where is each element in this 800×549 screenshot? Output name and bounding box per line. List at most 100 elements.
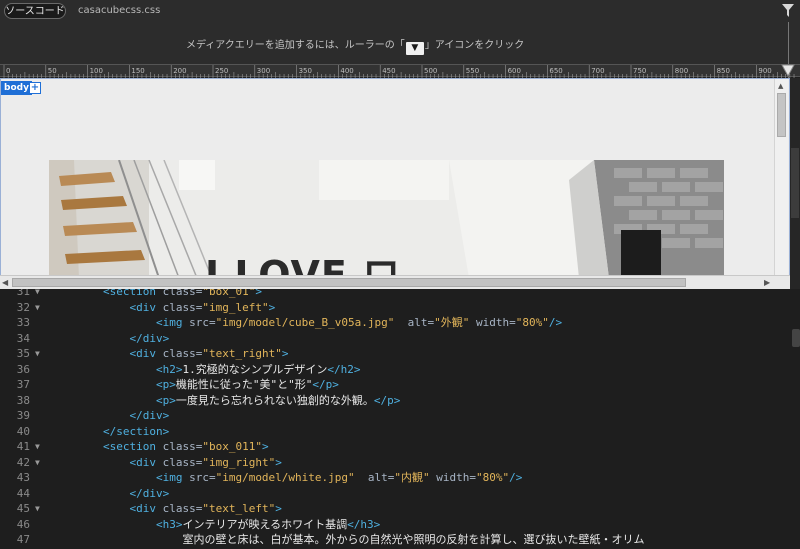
media-query-bar: メディアクエリーを追加するには、ルーラーの「 ▼ 」アイコンをクリック [0, 22, 800, 86]
code-line[interactable]: 35 ▼ <div class="text_right"> [0, 345, 790, 362]
code-token: <div [50, 502, 163, 515]
fold-arrow-icon[interactable]: ▼ [35, 438, 40, 455]
ruler-label: 850 [717, 67, 730, 75]
code-token: "80%" [515, 316, 549, 329]
ruler-label: 50 [48, 67, 57, 75]
code-text: <div class="text_left"> [50, 500, 282, 517]
fold-arrow-icon[interactable]: ▼ [35, 299, 40, 316]
scroll-thumb[interactable] [12, 278, 686, 287]
fold-arrow-icon[interactable]: ▼ [35, 454, 40, 471]
code-token: 機能性に従った"美"と"形" [175, 378, 313, 391]
ruler-label: 250 [215, 67, 228, 75]
code-line[interactable]: 41 ▼ <section class="box_011"> [0, 438, 790, 455]
code-token: <h2> [50, 362, 183, 376]
code-token: /> [548, 316, 563, 329]
scroll-thumb[interactable] [777, 93, 786, 137]
ruler-label: 600 [508, 67, 521, 75]
panel-scrollbar[interactable] [790, 78, 800, 289]
code-line[interactable]: 40 </section> [0, 423, 790, 440]
element-tag-body[interactable]: body [1, 81, 32, 95]
code-token: <p> [50, 393, 176, 407]
code-token: alt= [367, 471, 395, 484]
code-token: class= [162, 455, 203, 469]
ruler-label: 500 [424, 67, 437, 75]
code-line[interactable]: 34 </div> [0, 330, 790, 347]
code-text: <p>機能性に従った"美"と"形"</p> [50, 376, 339, 393]
code-line[interactable]: 43 <img src="img/model/white.jpg" alt="内… [0, 469, 790, 486]
code-token: src= [189, 471, 216, 484]
code-token: </h2> [327, 362, 361, 376]
code-text: <div class="img_left"> [50, 299, 275, 316]
code-token: > [275, 502, 282, 515]
code-line[interactable]: 42 ▼ <div class="img_right"> [0, 454, 790, 471]
tab-related-file[interactable]: casacubecss.css [78, 3, 160, 19]
code-token: <h3> [50, 517, 183, 531]
code-token: </h3> [347, 517, 381, 531]
hero-image: I LOVE ロ [49, 160, 724, 278]
code-token: class= [162, 347, 203, 360]
code-token: class= [162, 289, 203, 298]
tab-source-code[interactable]: ソースコード [4, 3, 66, 19]
code-scroll-thumb[interactable] [792, 329, 800, 347]
code-token: "img/model/white.jpg" [215, 471, 355, 484]
code-token: 室内の壁と床は、白が基本。外からの自然光や照明の反射を計算し、選び抜いた壁紙・オ… [50, 533, 645, 546]
line-number: 44 [16, 486, 30, 500]
ruler-label: 750 [633, 67, 646, 75]
code-line[interactable]: 46 <h3>インテリアが映えるホワイト基調</h3> [0, 516, 790, 533]
line-number: 35 [16, 347, 30, 360]
code-line[interactable]: 44 </div> [0, 485, 790, 502]
code-token: "text_right" [202, 347, 282, 360]
ruler-label: 0 [6, 67, 10, 75]
code-line[interactable]: 32 ▼ <div class="img_left"> [0, 299, 790, 316]
media-query-icon: ▼ [405, 42, 424, 55]
code-text: <h3>インテリアが映えるホワイト基調</h3> [50, 516, 380, 533]
design-horizontal-scrollbar[interactable]: ◀ ▶ [0, 275, 790, 289]
document-toolbar: ソースコード casacubecss.css [0, 0, 800, 22]
design-view[interactable]: body + I LOVE ロ ▲ [0, 78, 790, 278]
code-token: width= [436, 471, 477, 484]
ruler-label: 450 [382, 67, 395, 75]
ruler-label: 700 [591, 67, 604, 75]
scroll-up-arrow-icon[interactable]: ▲ [778, 82, 783, 90]
ruler[interactable]: 0 50 100 150 200 250 300 350 400 450 500 550 600 650 7… [0, 64, 800, 78]
ruler-label: 150 [131, 67, 144, 75]
code-line[interactable]: 36 <h2>1.究極的なシンプルデザイン</h2> [0, 361, 790, 378]
code-line[interactable]: 47 室内の壁と床は、白が基本。外からの自然光や照明の反射を計算し、選び抜いた壁… [0, 531, 790, 548]
code-token: <section [50, 440, 163, 453]
code-text: <div class="text_right"> [50, 345, 288, 362]
line-number: 36 [16, 362, 30, 376]
hero-heading: I LOVE ロ [205, 253, 402, 278]
code-token: </div> [50, 331, 170, 345]
filter-icon[interactable] [782, 4, 794, 18]
fold-arrow-icon[interactable]: ▼ [35, 500, 40, 517]
line-number: 43 [16, 471, 30, 484]
code-token: <div [50, 455, 163, 469]
code-token: </div> [50, 409, 170, 422]
code-editor[interactable]: 31 ▼ <section class="box_01"> 32 ▼ <div cla… [0, 289, 800, 549]
scroll-right-arrow-icon[interactable]: ▶ [764, 278, 770, 287]
code-line[interactable]: 45 ▼ <div class="text_left"> [0, 500, 790, 517]
line-number: 42 [16, 455, 30, 469]
ruler-marker-icon[interactable] [781, 64, 795, 78]
code-text: </section> [50, 423, 169, 440]
code-token: width= [476, 316, 516, 329]
code-line[interactable]: 39 </div> [0, 407, 790, 424]
line-number: 41 [16, 440, 30, 453]
line-number: 40 [16, 424, 30, 438]
code-token: 一度見たら忘れられない独創的な外観。 [175, 393, 374, 407]
scroll-left-arrow-icon[interactable]: ◀ [2, 278, 8, 287]
code-token: "外観" [434, 316, 470, 329]
design-vertical-scrollbar[interactable]: ▲ [774, 79, 788, 275]
code-line[interactable]: 38 <p>一度見たら忘れられない独創的な外観。</p> [0, 392, 790, 409]
fold-arrow-icon[interactable]: ▼ [35, 345, 40, 362]
code-token: "img_left" [202, 300, 269, 314]
code-token: > [268, 300, 276, 314]
code-text: 室内の壁と床は、白が基本。外からの自然光や照明の反射を計算し、選び抜いた壁紙・オ… [50, 531, 644, 548]
code-line[interactable]: 37 <p>機能性に従った"美"と"形"</p> [0, 376, 790, 393]
scroll-thumb[interactable] [791, 148, 799, 218]
add-icon[interactable]: + [29, 82, 41, 94]
code-line[interactable]: 33 <img src="img/model/cube_B_v05a.jpg" … [0, 314, 790, 331]
code-token: class= [162, 300, 203, 314]
